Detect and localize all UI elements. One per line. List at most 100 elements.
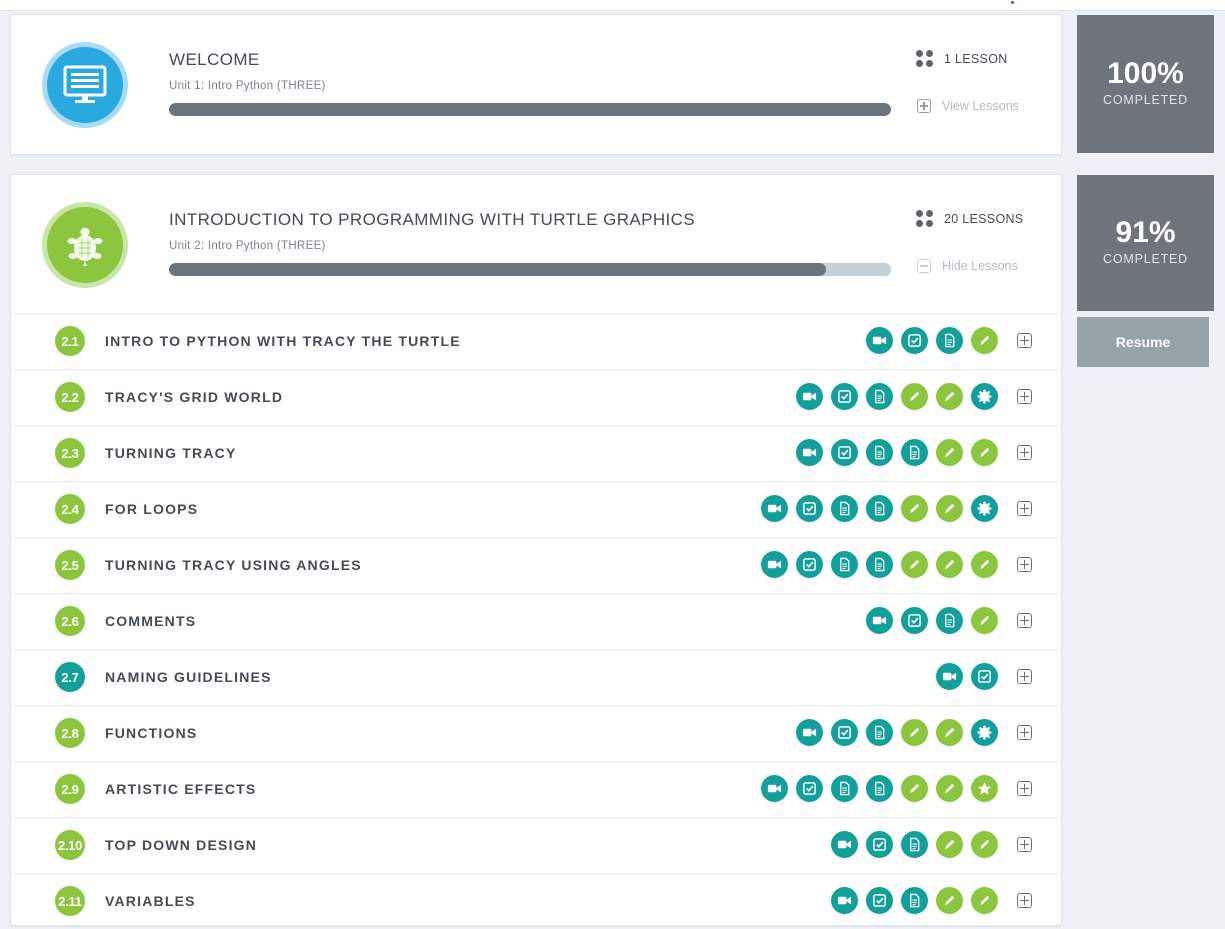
view-lessons-toggle[interactable]: View Lessons (917, 99, 1019, 113)
quiz-check-icon[interactable] (901, 327, 928, 354)
lesson-title[interactable]: TURNING TRACY (105, 445, 236, 461)
document-icon[interactable] (866, 439, 893, 466)
pencil-icon[interactable] (901, 551, 928, 578)
lesson-title[interactable]: FUNCTIONS (105, 725, 197, 741)
lesson-title[interactable]: ARTISTIC EFFECTS (105, 781, 256, 797)
quiz-check-icon[interactable] (866, 887, 893, 914)
document-icon[interactable] (901, 887, 928, 914)
lesson-row[interactable]: 2.9 ARTISTIC EFFECTS (11, 761, 1061, 817)
pencil-icon[interactable] (936, 775, 963, 802)
pencil-icon[interactable] (936, 383, 963, 410)
document-icon[interactable] (936, 607, 963, 634)
pencil-icon[interactable] (936, 551, 963, 578)
expand-lesson-icon[interactable] (1017, 389, 1032, 404)
video-icon[interactable] (866, 607, 893, 634)
quiz-check-icon[interactable] (796, 551, 823, 578)
lesson-number-badge: 2.7 (55, 662, 85, 692)
expand-lesson-icon[interactable] (1017, 613, 1032, 628)
video-icon[interactable] (796, 719, 823, 746)
badge-icon[interactable] (971, 383, 998, 410)
document-icon[interactable] (831, 495, 858, 522)
document-icon[interactable] (831, 775, 858, 802)
pencil-icon[interactable] (901, 775, 928, 802)
resume-button[interactable]: Resume (1077, 317, 1209, 367)
lesson-title[interactable]: FOR LOOPS (105, 501, 198, 517)
video-icon[interactable] (936, 663, 963, 690)
expand-lesson-icon[interactable] (1017, 669, 1032, 684)
quiz-check-icon[interactable] (831, 383, 858, 410)
lesson-row[interactable]: 2.8 FUNCTIONS (11, 705, 1061, 761)
pencil-icon[interactable] (971, 551, 998, 578)
badge-icon[interactable] (971, 719, 998, 746)
document-icon[interactable] (901, 831, 928, 858)
quiz-check-icon[interactable] (971, 663, 998, 690)
pencil-icon[interactable] (971, 831, 998, 858)
collapse-icon (917, 259, 931, 273)
document-icon[interactable] (866, 719, 893, 746)
video-icon[interactable] (796, 383, 823, 410)
expand-lesson-icon[interactable] (1017, 501, 1032, 516)
document-icon[interactable] (866, 383, 893, 410)
expand-lesson-icon[interactable] (1017, 837, 1032, 852)
lesson-title[interactable]: INTRO TO PYTHON WITH TRACY THE TURTLE (105, 333, 461, 349)
pencil-icon[interactable] (936, 719, 963, 746)
lesson-title[interactable]: NAMING GUIDELINES (105, 669, 272, 685)
quiz-check-icon[interactable] (796, 775, 823, 802)
lesson-title[interactable]: TOP DOWN DESIGN (105, 837, 257, 853)
expand-lesson-icon[interactable] (1017, 445, 1032, 460)
lesson-row[interactable]: 2.11 VARIABLES (11, 873, 1061, 929)
badge-icon[interactable] (971, 495, 998, 522)
quiz-check-icon[interactable] (831, 719, 858, 746)
expand-lesson-icon[interactable] (1017, 333, 1032, 348)
lesson-title[interactable]: TURNING TRACY USING ANGLES (105, 557, 362, 573)
lesson-row[interactable]: 2.3 TURNING TRACY (11, 425, 1061, 481)
pencil-icon[interactable] (936, 831, 963, 858)
video-icon[interactable] (761, 551, 788, 578)
document-icon[interactable] (866, 551, 893, 578)
document-icon[interactable] (866, 495, 893, 522)
video-icon[interactable] (831, 831, 858, 858)
lesson-title[interactable]: VARIABLES (105, 893, 196, 909)
lesson-row[interactable]: 2.10 TOP DOWN DESIGN (11, 817, 1061, 873)
pencil-icon[interactable] (971, 439, 998, 466)
expand-lesson-icon[interactable] (1017, 557, 1032, 572)
pencil-icon[interactable] (971, 607, 998, 634)
pencil-icon[interactable] (901, 719, 928, 746)
activity-list (788, 439, 1032, 466)
pencil-icon[interactable] (971, 887, 998, 914)
document-icon[interactable] (866, 775, 893, 802)
quiz-check-icon[interactable] (796, 495, 823, 522)
expand-lesson-icon[interactable] (1017, 781, 1032, 796)
quiz-check-icon[interactable] (866, 831, 893, 858)
expand-lesson-icon[interactable] (1017, 893, 1032, 908)
lesson-title[interactable]: TRACY'S GRID WORLD (105, 389, 283, 405)
lesson-title[interactable]: COMMENTS (105, 613, 196, 629)
activity-list (823, 831, 1032, 858)
lesson-row[interactable]: 2.2 TRACY'S GRID WORLD (11, 369, 1061, 425)
document-icon[interactable] (831, 551, 858, 578)
video-icon[interactable] (796, 439, 823, 466)
video-icon[interactable] (761, 775, 788, 802)
lesson-row[interactable]: 2.5 TURNING TRACY USING ANGLES (11, 537, 1061, 593)
star-icon[interactable] (971, 775, 998, 802)
pencil-icon[interactable] (901, 495, 928, 522)
video-icon[interactable] (761, 495, 788, 522)
activity-list (928, 663, 1032, 690)
quiz-check-icon[interactable] (901, 607, 928, 634)
hide-lessons-toggle[interactable]: Hide Lessons (917, 259, 1018, 273)
quiz-check-icon[interactable] (831, 439, 858, 466)
document-icon[interactable] (901, 439, 928, 466)
pencil-icon[interactable] (971, 327, 998, 354)
video-icon[interactable] (866, 327, 893, 354)
document-icon[interactable] (936, 327, 963, 354)
pencil-icon[interactable] (901, 383, 928, 410)
lesson-row[interactable]: 2.4 FOR LOOPS (11, 481, 1061, 537)
pencil-icon[interactable] (936, 495, 963, 522)
expand-lesson-icon[interactable] (1017, 725, 1032, 740)
pencil-icon[interactable] (936, 439, 963, 466)
lesson-row[interactable]: 2.1 INTRO TO PYTHON WITH TRACY THE TURTLE (11, 313, 1061, 369)
lesson-row[interactable]: 2.6 COMMENTS (11, 593, 1061, 649)
video-icon[interactable] (831, 887, 858, 914)
lesson-row[interactable]: 2.7 NAMING GUIDELINES (11, 649, 1061, 705)
pencil-icon[interactable] (936, 887, 963, 914)
